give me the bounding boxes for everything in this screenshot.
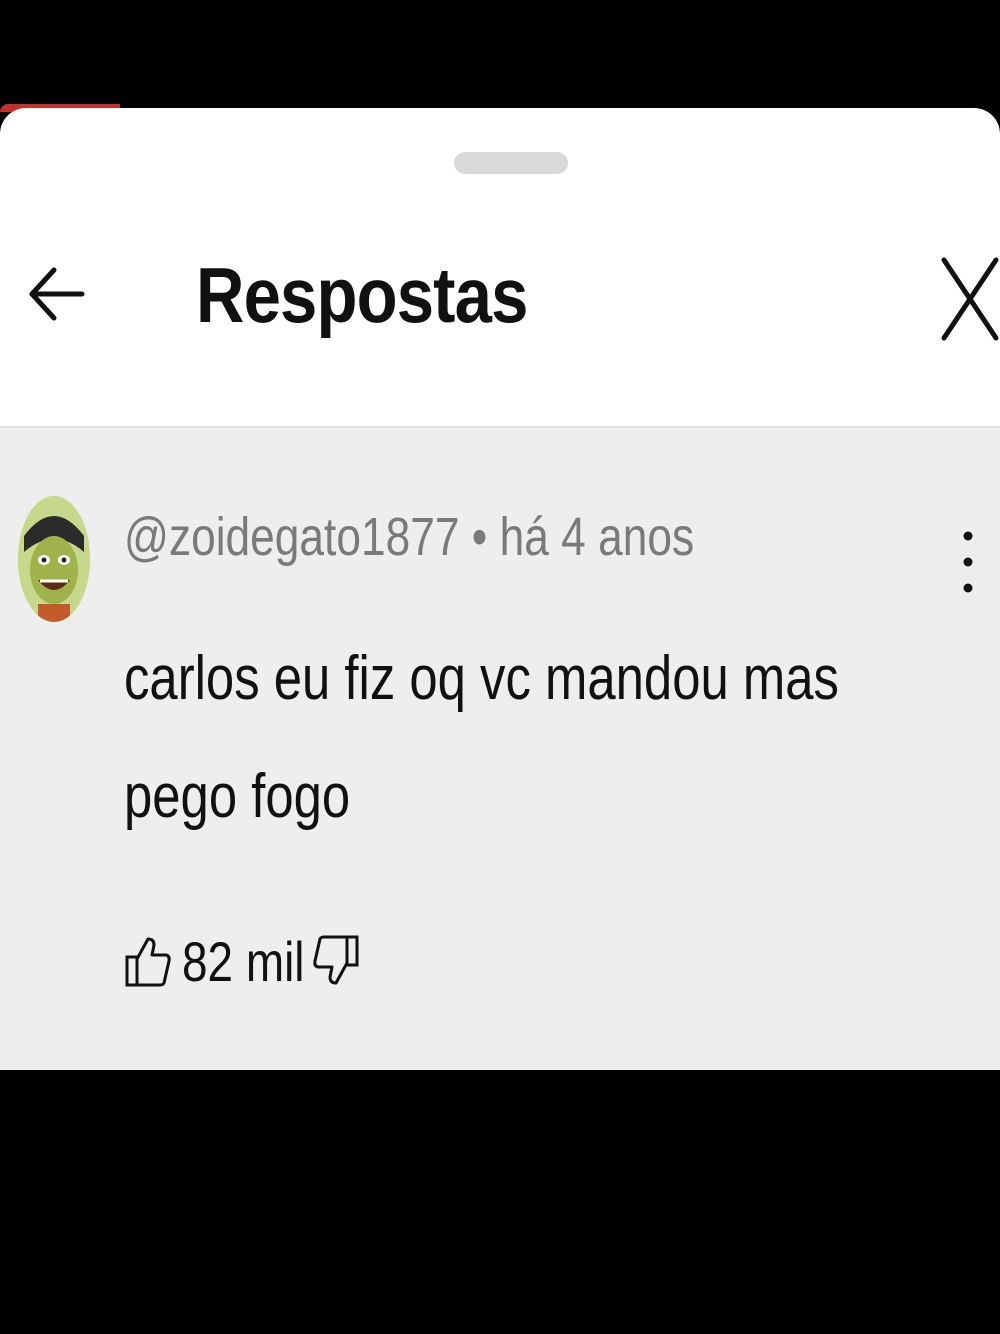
avatar[interactable] [18,496,90,622]
drag-handle[interactable] [454,152,568,174]
replies-header: Respostas [0,228,1000,428]
more-options-button[interactable] [946,522,990,602]
meta-separator: • [471,507,488,567]
replies-sheet: Respostas @zoidegato1877 • há 4 anos car… [0,108,1000,1070]
thumbs-up-icon [125,937,171,987]
close-icon [941,257,999,341]
comment-card: @zoidegato1877 • há 4 anos carlos eu fiz… [0,426,1000,1070]
close-button[interactable] [930,246,1000,352]
like-count: 82 mil [182,929,305,993]
back-button[interactable] [22,260,90,328]
more-vertical-icon [963,531,973,593]
comment-time: há 4 anos [499,507,695,567]
like-button[interactable] [124,933,172,989]
avatar-illustration [18,496,90,622]
thumbs-down-icon [313,935,359,985]
arrow-left-icon [29,267,85,321]
page-title: Respostas [196,251,528,339]
comment-text: carlos eu fiz oq vc mandou mas pego fogo [124,644,839,831]
dislike-button[interactable] [312,933,360,989]
comment-meta: @zoidegato1877 • há 4 anos [124,506,694,568]
comment-actions: 82 mil [124,916,360,1006]
comment-author[interactable]: @zoidegato1877 [124,507,459,567]
